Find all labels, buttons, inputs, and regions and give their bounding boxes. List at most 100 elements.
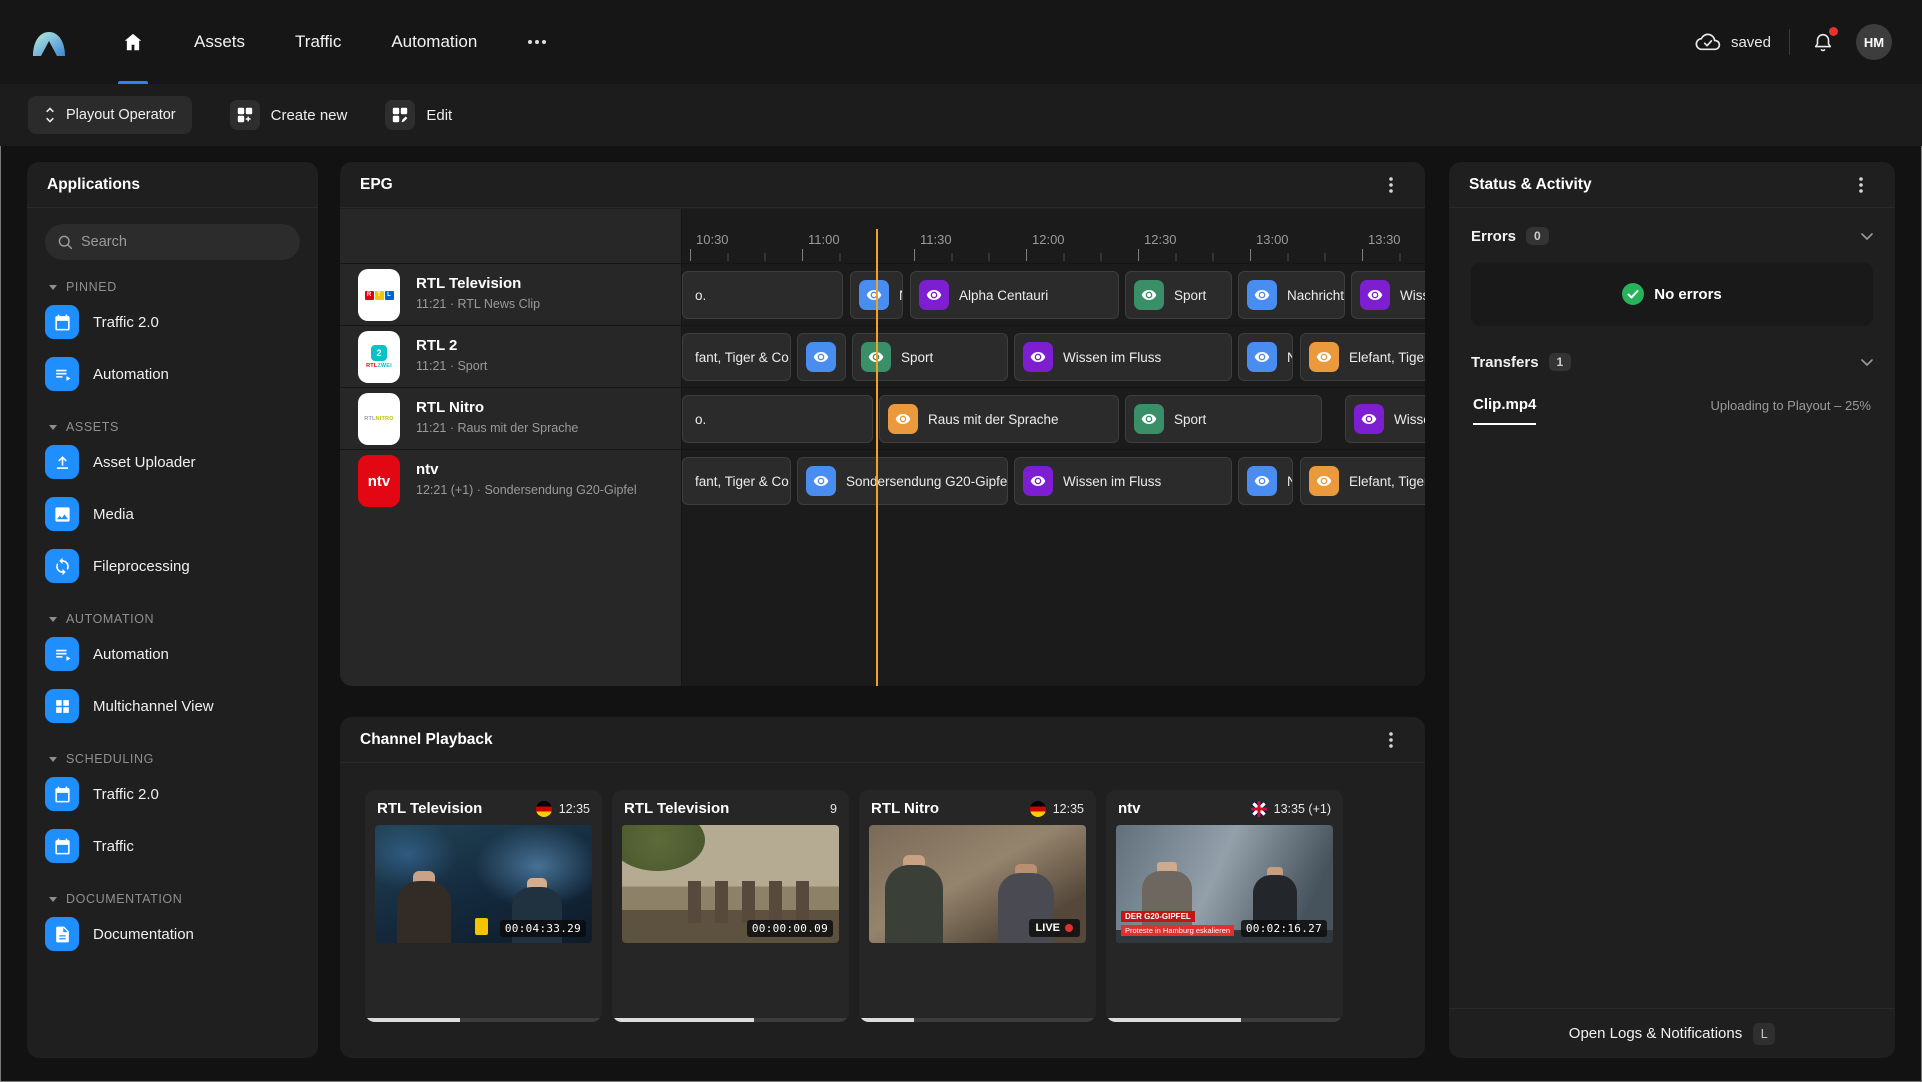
section-scheduling[interactable]: SCHEDULING — [49, 752, 318, 766]
epg-program[interactable]: Nachrichten — [1238, 333, 1293, 381]
epg-program[interactable]: Elefant, Tiger & Co. — [1300, 333, 1425, 381]
sidebar-item-automation-pinned[interactable]: Automation — [27, 348, 318, 400]
edit-button[interactable]: Edit — [385, 100, 452, 130]
ellipsis-icon — [527, 39, 547, 45]
open-logs-button[interactable]: Open Logs & Notifications L — [1449, 1008, 1895, 1058]
lower-third-caption: DER G20-GIPFEL Proteste in Hamburg eskal… — [1121, 906, 1235, 936]
epg-row-ntv: ntv ntv 12:21 (+1) · Sondersendung G20-G… — [340, 449, 1425, 511]
program-label: Nachrichten — [1287, 350, 1292, 365]
playback-scrubber[interactable] — [612, 1018, 849, 1022]
program-label: Elefant, Tiger & Co. — [1349, 473, 1425, 489]
epg-program[interactable]: Wissen im Fluss — [1014, 333, 1232, 381]
search-input[interactable] — [45, 224, 300, 260]
transfers-label: Transfers — [1471, 353, 1539, 371]
sidebar-item-label: Traffic 2.0 — [93, 313, 159, 331]
calendar-icon — [45, 305, 79, 339]
video-thumbnail: 00:04:33.29 — [375, 825, 592, 943]
sidebar-item-fileprocessing[interactable]: Fileprocessing — [27, 540, 318, 592]
program-label: Wissen im Fluss — [1394, 411, 1425, 427]
playback-channel-name: RTL Television — [377, 800, 483, 817]
epg-program[interactable]: Nachrichten — [1238, 457, 1293, 505]
playback-card-rtl-television-2[interactable]: RTL Television 9 00:00:00.09 — [612, 790, 849, 1022]
notifications-button[interactable] — [1808, 26, 1838, 58]
section-label: SCHEDULING — [66, 752, 154, 766]
more-tabs-button[interactable] — [525, 0, 549, 84]
sidebar-item-asset-uploader[interactable]: Asset Uploader — [27, 436, 318, 488]
visibility-icon — [806, 342, 836, 372]
transfer-file-tab[interactable]: Clip.mp4 — [1473, 396, 1537, 425]
epg-program[interactable]: Raus mit der Sprache — [879, 395, 1119, 443]
tab-automation[interactable]: Automation — [389, 0, 479, 84]
channel-name: RTL Television — [416, 275, 522, 292]
epg-program[interactable]: Wissen im Fluss — [1014, 457, 1232, 505]
time-tick: 11:00 — [808, 232, 840, 247]
playback-scrubber[interactable] — [1106, 1018, 1343, 1022]
now-playhead — [876, 229, 878, 686]
sidebar-item-traffic-2-0-scheduling[interactable]: Traffic 2.0 — [27, 768, 318, 820]
epg-program[interactable]: o. — [682, 271, 843, 319]
sidebar-item-automation[interactable]: Automation — [27, 628, 318, 680]
sidebar-item-label: Traffic — [93, 837, 134, 855]
section-documentation[interactable]: DOCUMENTATION — [49, 892, 318, 906]
tab-home[interactable] — [120, 0, 146, 84]
section-label: PINNED — [66, 280, 117, 294]
channel-name: ntv — [416, 461, 439, 478]
avatar[interactable]: HM — [1856, 24, 1892, 60]
epg-program[interactable]: Nachrichten — [1238, 271, 1345, 319]
sidebar-item-traffic[interactable]: Traffic — [27, 820, 318, 872]
workspace-selector[interactable]: Playout Operator — [28, 96, 192, 134]
tab-assets[interactable]: Assets — [192, 0, 247, 84]
program-label: Sport — [901, 349, 934, 365]
playback-time: 12:35 — [558, 801, 590, 816]
epg-program[interactable]: fant, Tiger & Co. — [682, 457, 791, 505]
transfers-section-toggle[interactable]: Transfers 1 — [1449, 338, 1895, 386]
epg-program[interactable]: Elefant, Tiger & Co. — [1300, 457, 1425, 505]
section-automation[interactable]: AUTOMATION — [49, 612, 318, 626]
playback-card-rtl-nitro[interactable]: RTL Nitro 12:35 LIVE — [859, 790, 1096, 1022]
playback-scrubber[interactable] — [859, 1018, 1096, 1022]
playback-menu-button[interactable] — [1377, 726, 1405, 754]
chevron-down-icon — [49, 284, 57, 290]
no-errors-label: No errors — [1654, 285, 1722, 303]
transfer-item: Clip.mp4 Uploading to Playout – 25% — [1471, 390, 1873, 425]
playback-card-rtl-television[interactable]: RTL Television 12:35 00:04:33.29 — [365, 790, 602, 1022]
section-assets[interactable]: ASSETS — [49, 420, 318, 434]
playback-scrubber[interactable] — [365, 1018, 602, 1022]
sidebar-item-documentation[interactable]: Documentation — [27, 908, 318, 960]
sidebar-item-label: Automation — [93, 645, 169, 663]
video-thumbnail: 00:00:00.09 — [622, 825, 839, 943]
epg-program[interactable]: Wissen im Fluss — [1345, 395, 1425, 443]
sidebar-item-traffic-2-0[interactable]: Traffic 2.0 — [27, 296, 318, 348]
sidebar-item-label: Multichannel View — [93, 697, 214, 715]
program-label: Wissen im Fluss — [1063, 473, 1162, 489]
visibility-icon — [1309, 466, 1339, 496]
visibility-icon — [919, 280, 949, 310]
channel-now-playing: 11:21 · Raus mit der Sprache — [416, 421, 579, 435]
epg-program[interactable]: Sondersendung G20-Gipfel — [797, 457, 1008, 505]
sidebar-item-multichannel-view[interactable]: Multichannel View — [27, 680, 318, 732]
sidebar-item-media[interactable]: Media — [27, 488, 318, 540]
epg-program[interactable]: Sport — [1125, 395, 1322, 443]
epg-program[interactable]: Alpha Centauri — [910, 271, 1119, 319]
epg-menu-button[interactable] — [1377, 171, 1405, 199]
save-status: saved — [1695, 32, 1771, 52]
errors-section-toggle[interactable]: Errors 0 — [1449, 212, 1895, 260]
channel-name: RTL 2 — [416, 337, 458, 354]
section-pinned[interactable]: PINNED — [49, 280, 318, 294]
create-new-button[interactable]: Create new — [229, 100, 347, 130]
epg-row-rtl-television: RTL RTL Television 11:21 · RTL News Clip… — [340, 263, 1425, 325]
epg-program[interactable]: Wissen im Fluss — [1351, 271, 1425, 319]
tab-traffic[interactable]: Traffic — [293, 0, 343, 84]
epg-program[interactable]: fant, Tiger & Co. — [682, 333, 791, 381]
program-label: Nachrichten — [1287, 287, 1345, 303]
status-menu-button[interactable] — [1847, 171, 1875, 199]
program-label: fant, Tiger & Co. — [695, 349, 791, 365]
channel-name: RTL Nitro — [416, 399, 485, 416]
video-thumbnail: LIVE — [869, 825, 1086, 943]
epg-program[interactable]: o. — [682, 395, 873, 443]
epg-program[interactable]: Sport — [1125, 271, 1232, 319]
visibility-icon — [1247, 466, 1277, 496]
epg-program[interactable]: Nachrichten — [797, 333, 846, 381]
playback-card-ntv[interactable]: ntv 13:35 (+1) DER G20-GIPFEL Proteste i… — [1106, 790, 1343, 1022]
timecode-overlay: 00:00:00.09 — [746, 920, 833, 937]
